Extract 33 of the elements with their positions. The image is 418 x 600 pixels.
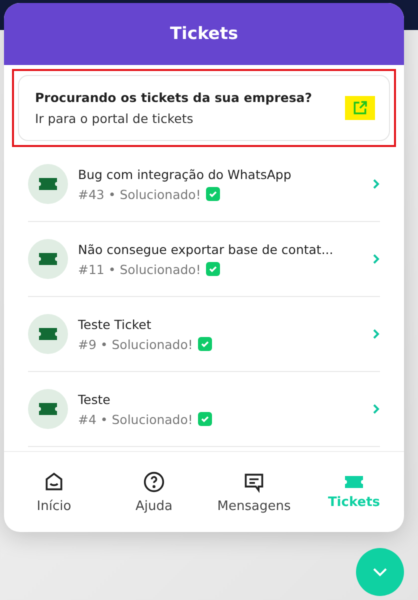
ticket-status: #4 • Solucionado!	[78, 412, 193, 426]
ticket-title: Bug com integração do WhatsApp	[78, 166, 292, 182]
collapse-button[interactable]	[356, 548, 404, 596]
nav-tab[interactable]: Ajuda	[104, 452, 204, 532]
portal-link[interactable]: Ir para o portal de tickets	[35, 111, 312, 126]
portal-card[interactable]: Procurando os tickets da sua empresa? Ir para o portal de tickets	[18, 75, 390, 141]
ticket-row[interactable]: Teste Ticket #9 • Solucionado!	[28, 297, 380, 372]
ticket-title: Teste	[78, 392, 112, 406]
chevron-right-icon	[372, 403, 380, 415]
ticket-title: Teste Ticket	[78, 316, 152, 332]
chevron-right-icon	[372, 328, 380, 340]
ticket-status: #9 • Solucionado!	[78, 336, 193, 352]
ticket-icon	[344, 474, 364, 488]
ticket-icon	[38, 327, 58, 341]
help-icon	[143, 470, 165, 492]
widget-title: Tickets	[170, 24, 238, 44]
ticket-row[interactable]: Bug com integração do WhatsApp #43 • Solucionado!	[28, 147, 380, 222]
chevron-right-icon	[372, 178, 380, 190]
ticket-icon	[38, 402, 58, 416]
portal-title: Procurando os tickets da sua empresa?	[35, 90, 312, 105]
external-link-icon[interactable]	[345, 96, 375, 120]
ticket-status: #43 • Solucionado!	[78, 186, 201, 202]
ticket-icon	[38, 252, 58, 266]
nav-tab[interactable]: Início	[4, 452, 104, 532]
chevron-down-icon	[372, 567, 388, 577]
ticket-icon	[38, 177, 58, 191]
chevron-right-icon	[372, 253, 380, 265]
home-icon	[43, 470, 65, 492]
nav-tab[interactable]: Mensagens	[204, 452, 304, 532]
ticket-title: Não consegue exportar base de contat...	[78, 242, 334, 256]
ticket-row[interactable]: Não consegue exportar base de contat... #11 • Solucionado!	[28, 222, 380, 297]
ticket-status: #11 • Solucionado!	[78, 262, 201, 276]
ticket-row[interactable]: Teste #4 • Solucionado!	[28, 372, 380, 447]
